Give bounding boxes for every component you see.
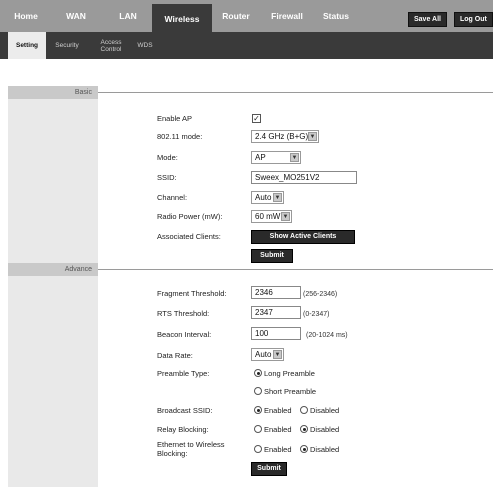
top-nav: Home WAN LAN Wireless Router Firewall St… — [0, 0, 493, 32]
subtab-setting[interactable]: Setting — [8, 32, 46, 59]
radio-power-value: 60 mW — [255, 212, 281, 221]
sidebar — [8, 86, 98, 487]
frag-threshold-hint: (256-2346) — [303, 291, 338, 298]
show-active-clients-button[interactable]: Show Active Clients — [251, 230, 355, 244]
chevron-down-icon: ▼ — [281, 212, 290, 221]
assoc-clients-label: Associated Clients: — [157, 232, 221, 241]
broadcast-disabled-radio[interactable] — [300, 406, 308, 414]
broadcast-enabled-label: Enabled — [264, 406, 292, 415]
broadcast-disabled-label: Disabled — [310, 406, 340, 415]
mode-80211-select[interactable]: 2.4 GHz (B+G) ▼ — [251, 130, 319, 143]
beacon-interval-label: Beacon Interval: — [157, 330, 212, 339]
beacon-interval-input[interactable]: 100 — [251, 327, 301, 340]
tab-wan[interactable]: WAN — [56, 0, 96, 32]
channel-value: Auto — [255, 193, 272, 202]
beacon-interval-hint: (20-1024 ms) — [306, 332, 348, 339]
subtab-security[interactable]: Security — [52, 32, 82, 59]
channel-select[interactable]: Auto ▼ — [251, 191, 284, 204]
mode-label: Mode: — [157, 153, 178, 162]
data-rate-value: Auto — [255, 350, 272, 359]
radio-power-select[interactable]: 60 mW ▼ — [251, 210, 292, 223]
rts-threshold-hint: (0-2347) — [303, 311, 330, 318]
data-rate-select[interactable]: Auto ▼ — [251, 348, 284, 361]
tab-firewall[interactable]: Firewall — [262, 0, 312, 32]
preamble-long-label: Long Preamble — [264, 369, 315, 378]
section-divider — [98, 92, 493, 93]
frag-threshold-input[interactable]: 2346 — [251, 286, 301, 299]
ssid-label: SSID: — [157, 173, 177, 182]
eth-enabled-radio[interactable] — [254, 445, 262, 453]
relay-enabled-radio[interactable] — [254, 425, 262, 433]
advance-submit-button[interactable]: Submit — [251, 462, 287, 476]
basic-submit-button[interactable]: Submit — [251, 249, 293, 263]
frag-threshold-label: Fragment Threshold: — [157, 289, 227, 298]
rts-threshold-label: RTS Threshold: — [157, 309, 210, 318]
rts-threshold-input[interactable]: 2347 — [251, 306, 301, 319]
mode-select[interactable]: AP ▼ — [251, 151, 301, 164]
preamble-long-radio[interactable] — [254, 369, 262, 377]
section-basic-header: Basic — [8, 86, 98, 99]
tab-router[interactable]: Router — [214, 0, 258, 32]
tab-wireless[interactable]: Wireless — [152, 4, 212, 32]
mode-80211-value: 2.4 GHz (B+G) — [255, 132, 309, 141]
chevron-down-icon: ▼ — [308, 132, 317, 141]
eth-label-line2: Blocking: — [157, 449, 188, 458]
section-advance-header: Advance — [8, 263, 98, 276]
subtab-access-control[interactable]: Access Control — [94, 32, 128, 59]
relay-enabled-label: Enabled — [264, 425, 292, 434]
mode-80211-label: 802.11 mode: — [157, 132, 203, 141]
tab-status[interactable]: Status — [314, 0, 358, 32]
save-all-button[interactable]: Save All — [408, 12, 447, 27]
relay-disabled-label: Disabled — [310, 425, 340, 434]
eth-disabled-label: Disabled — [310, 445, 340, 454]
sub-nav: Setting Security Access Control WDS — [0, 32, 493, 59]
enable-ap-checkbox[interactable]: ✓ — [252, 114, 261, 123]
data-rate-label: Data Rate: — [157, 351, 193, 360]
relay-blocking-label: Relay Blocking: — [157, 425, 209, 434]
mode-value: AP — [255, 153, 266, 162]
enable-ap-label: Enable AP — [157, 114, 193, 123]
channel-label: Channel: — [157, 193, 188, 202]
tab-lan[interactable]: LAN — [108, 0, 148, 32]
log-out-button[interactable]: Log Out — [454, 12, 493, 27]
tab-home[interactable]: Home — [8, 0, 44, 32]
chevron-down-icon: ▼ — [273, 193, 282, 202]
eth-label-line1: Ethernet to Wireless — [157, 440, 225, 449]
preamble-type-label: Preamble Type: — [157, 369, 210, 378]
radio-power-label: Radio Power (mW): — [157, 212, 223, 221]
section-divider — [98, 269, 493, 270]
eth-wireless-blocking-label: Ethernet to Wireless Blocking: — [157, 440, 225, 458]
relay-disabled-radio[interactable] — [300, 425, 308, 433]
preamble-short-label: Short Preamble — [264, 387, 317, 396]
chevron-down-icon: ▼ — [273, 350, 282, 359]
subtab-wds[interactable]: WDS — [132, 32, 158, 59]
eth-disabled-radio[interactable] — [300, 445, 308, 453]
ssid-input[interactable]: Sweex_MO251V2 — [251, 171, 357, 184]
broadcast-enabled-radio[interactable] — [254, 406, 262, 414]
preamble-short-radio[interactable] — [254, 387, 262, 395]
eth-enabled-label: Enabled — [264, 445, 292, 454]
chevron-down-icon: ▼ — [290, 153, 299, 162]
broadcast-ssid-label: Broadcast SSID: — [157, 406, 213, 415]
